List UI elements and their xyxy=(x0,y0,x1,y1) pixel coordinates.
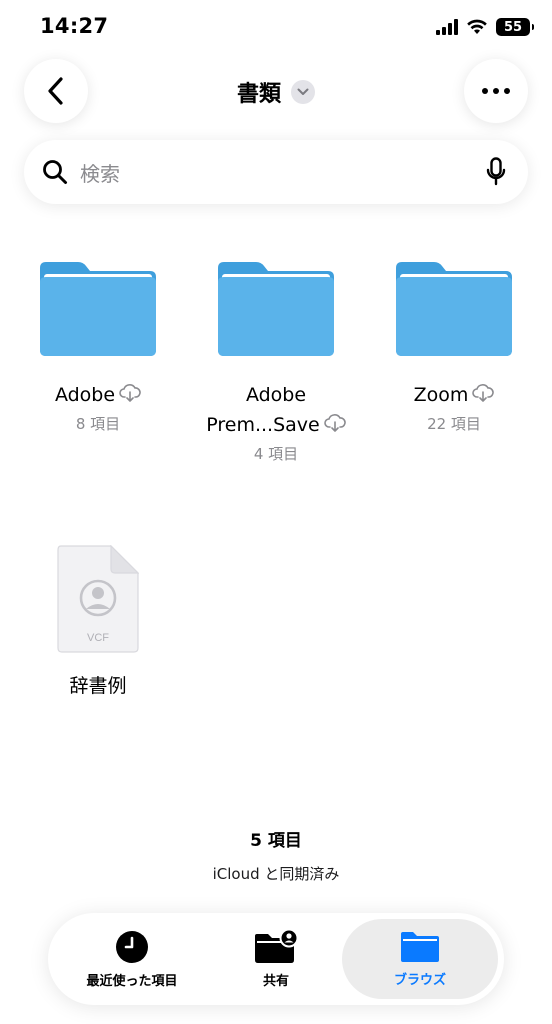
folder-item[interactable]: Adobe Prem...Save 4 項目 xyxy=(190,262,362,467)
sync-status: iCloud と同期済み xyxy=(212,865,340,883)
battery-icon: 55 xyxy=(496,18,534,36)
folder-name-text: Zoom xyxy=(413,384,469,406)
folder-name: Zoom xyxy=(368,380,540,411)
folder-name-text: Adobe xyxy=(54,384,116,406)
cellular-signal-icon xyxy=(436,19,458,35)
cloud-download-icon xyxy=(472,381,495,411)
cloud-download-icon xyxy=(119,381,141,411)
search-input[interactable]: 検索 xyxy=(80,158,486,187)
search-icon xyxy=(43,160,67,184)
folder-item-count: 8 項目 xyxy=(75,414,121,433)
status-icons: 55 xyxy=(436,18,534,36)
folder-summary: 5 項目 iCloud と同期済み xyxy=(0,826,552,884)
tab-bar: 最近使った項目 共有 ブラウズ xyxy=(48,913,504,1005)
tab-label: 共有 xyxy=(262,973,289,989)
status-bar: 14:27 55 xyxy=(0,0,552,54)
tab-shared[interactable]: 共有 xyxy=(206,919,346,999)
chevron-down-icon xyxy=(291,80,315,104)
file-type-label: VCF xyxy=(87,632,109,644)
total-item-count: 5 項目 xyxy=(250,831,302,851)
folder-name: Adobe xyxy=(12,380,184,411)
tab-label: ブラウズ xyxy=(393,972,446,988)
more-button[interactable] xyxy=(464,59,528,123)
folder-item[interactable]: Zoom 22 項目 xyxy=(368,262,540,437)
file-item[interactable]: VCF 辞書例 xyxy=(12,544,184,701)
folder-name: Adobe Prem...Save xyxy=(190,380,362,441)
tab-browse[interactable]: ブラウズ xyxy=(342,919,498,999)
search-bar[interactable]: 検索 xyxy=(24,140,528,204)
vcf-file-icon: VCF xyxy=(57,544,140,653)
folder-name-line2: Prem...Save xyxy=(206,414,320,436)
folder-icon xyxy=(218,262,334,356)
clock-icon xyxy=(116,930,148,963)
microphone-icon[interactable] xyxy=(486,157,506,187)
tab-recent[interactable]: 最近使った項目 xyxy=(62,919,202,999)
status-time: 14:27 xyxy=(40,14,109,38)
battery-level: 55 xyxy=(503,19,523,35)
tab-label: 最近使った項目 xyxy=(86,973,178,989)
wifi-icon xyxy=(467,19,487,34)
folder-item[interactable]: Adobe 8 項目 xyxy=(12,262,184,437)
folder-icon xyxy=(40,262,156,356)
folder-name-line1: Adobe xyxy=(245,384,307,406)
page-title: 書類 xyxy=(236,82,281,107)
folder-item-count: 22 項目 xyxy=(427,414,481,433)
file-name: 辞書例 xyxy=(69,675,127,697)
ellipsis-icon xyxy=(482,88,510,94)
folder-icon xyxy=(401,931,439,962)
shared-folder-icon xyxy=(255,929,298,963)
cloud-download-icon xyxy=(323,411,346,441)
folder-icon xyxy=(396,262,512,356)
folder-item-count: 4 項目 xyxy=(253,444,299,463)
